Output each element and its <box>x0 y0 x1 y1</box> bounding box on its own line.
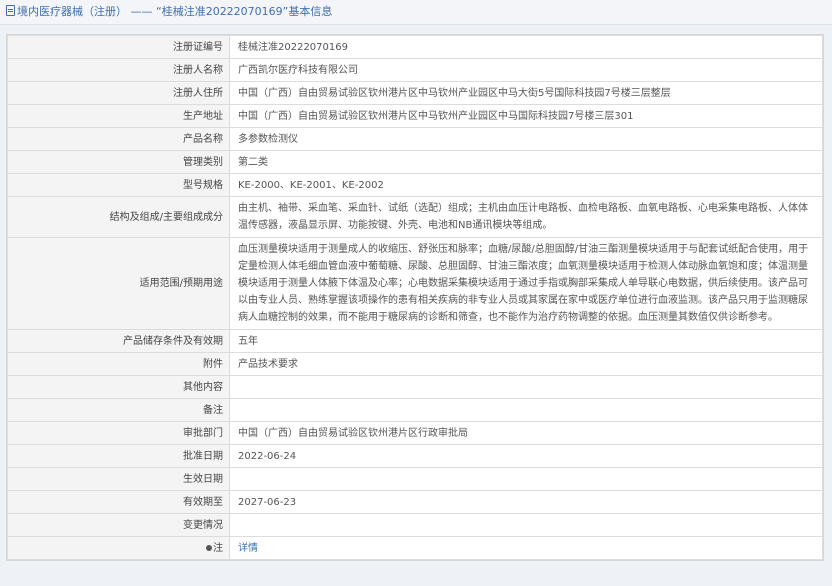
label-registration-number: 注册证编号 <box>7 35 230 59</box>
table-row: 其他内容 <box>7 375 823 399</box>
value-remarks <box>229 398 823 422</box>
value-approval-department: 中国（广西）自由贸易试验区钦州港片区行政审批局 <box>229 421 823 445</box>
value-other-content <box>229 375 823 399</box>
label-note: 注 <box>7 536 230 560</box>
label-approval-department: 审批部门 <box>7 421 230 445</box>
value-attachment: 产品技术要求 <box>229 352 823 376</box>
table-row: 结构及组成/主要组成成分 由主机、袖带、采血笔、采血针、试纸（选配）组成；主机由… <box>7 196 823 238</box>
table-row: 附件 产品技术要求 <box>7 352 823 376</box>
table-row: 生效日期 <box>7 467 823 491</box>
value-model-spec: KE-2000、KE-2001、KE-2002 <box>229 173 823 197</box>
value-registrant-address: 中国（广西）自由贸易试验区钦州港片区中马钦州产业园区中马大街5号国际科技园7号楼… <box>229 81 823 105</box>
label-storage-validity: 产品储存条件及有效期 <box>7 329 230 353</box>
page-title: 境内医疗器械（注册） —— “桂械注准20222070169”基本信息 <box>17 5 333 18</box>
value-approval-date: 2022-06-24 <box>229 444 823 468</box>
value-production-address: 中国（广西）自由贸易试验区钦州港片区中马钦州产业园区中马国际科技园7号楼三层30… <box>229 104 823 128</box>
value-effective-date <box>229 467 823 491</box>
table-row: 产品储存条件及有效期 五年 <box>7 329 823 353</box>
details-link[interactable]: 详情 <box>238 543 258 554</box>
label-remarks: 备注 <box>7 398 230 422</box>
value-registrant-name: 广西凯尔医疗科技有限公司 <box>229 58 823 82</box>
value-management-category: 第二类 <box>229 150 823 174</box>
table-row: 审批部门 中国（广西）自由贸易试验区钦州港片区行政审批局 <box>7 421 823 445</box>
table-row: 注 详情 <box>7 536 823 560</box>
value-valid-until: 2027-06-23 <box>229 490 823 514</box>
document-icon <box>6 5 15 16</box>
value-change-history <box>229 513 823 537</box>
table-row: 有效期至 2027-06-23 <box>7 490 823 514</box>
label-management-category: 管理类别 <box>7 150 230 174</box>
table-row: 批准日期 2022-06-24 <box>7 444 823 468</box>
label-registrant-address: 注册人住所 <box>7 81 230 105</box>
label-structure-composition: 结构及组成/主要组成成分 <box>7 196 230 238</box>
label-intended-use: 适用范围/预期用途 <box>7 237 230 330</box>
table-row: 注册证编号 桂械注准20222070169 <box>7 35 823 59</box>
label-model-spec: 型号规格 <box>7 173 230 197</box>
value-registration-number: 桂械注准20222070169 <box>229 35 823 59</box>
note-label-text: 注 <box>213 542 223 554</box>
label-approval-date: 批准日期 <box>7 444 230 468</box>
value-product-name: 多参数检测仪 <box>229 127 823 151</box>
value-note: 详情 <box>229 536 823 560</box>
table-row: 注册人名称 广西凯尔医疗科技有限公司 <box>7 58 823 82</box>
table-row: 管理类别 第二类 <box>7 150 823 174</box>
label-attachment: 附件 <box>7 352 230 376</box>
table-row: 注册人住所 中国（广西）自由贸易试验区钦州港片区中马钦州产业园区中马大街5号国际… <box>7 81 823 105</box>
detail-table: 注册证编号 桂械注准20222070169 注册人名称 广西凯尔医疗科技有限公司… <box>7 35 823 560</box>
label-valid-until: 有效期至 <box>7 490 230 514</box>
detail-panel: 注册证编号 桂械注准20222070169 注册人名称 广西凯尔医疗科技有限公司… <box>6 34 824 561</box>
label-effective-date: 生效日期 <box>7 467 230 491</box>
page-header: 境内医疗器械（注册） —— “桂械注准20222070169”基本信息 <box>0 0 832 25</box>
table-row: 产品名称 多参数检测仪 <box>7 127 823 151</box>
label-product-name: 产品名称 <box>7 127 230 151</box>
table-row: 变更情况 <box>7 513 823 537</box>
label-other-content: 其他内容 <box>7 375 230 399</box>
value-intended-use: 血压测量模块适用于测量成人的收缩压、舒张压和脉率；血糖/尿酸/总胆固醇/甘油三酯… <box>229 237 823 330</box>
value-storage-validity: 五年 <box>229 329 823 353</box>
label-change-history: 变更情况 <box>7 513 230 537</box>
table-row: 生产地址 中国（广西）自由贸易试验区钦州港片区中马钦州产业园区中马国际科技园7号… <box>7 104 823 128</box>
value-structure-composition: 由主机、袖带、采血笔、采血针、试纸（选配）组成；主机由血压计电路板、血检电路板、… <box>229 196 823 238</box>
label-registrant-name: 注册人名称 <box>7 58 230 82</box>
table-row: 适用范围/预期用途 血压测量模块适用于测量成人的收缩压、舒张压和脉率；血糖/尿酸… <box>7 237 823 330</box>
table-row: 备注 <box>7 398 823 422</box>
pin-icon <box>206 544 212 551</box>
label-production-address: 生产地址 <box>7 104 230 128</box>
table-row: 型号规格 KE-2000、KE-2001、KE-2002 <box>7 173 823 197</box>
